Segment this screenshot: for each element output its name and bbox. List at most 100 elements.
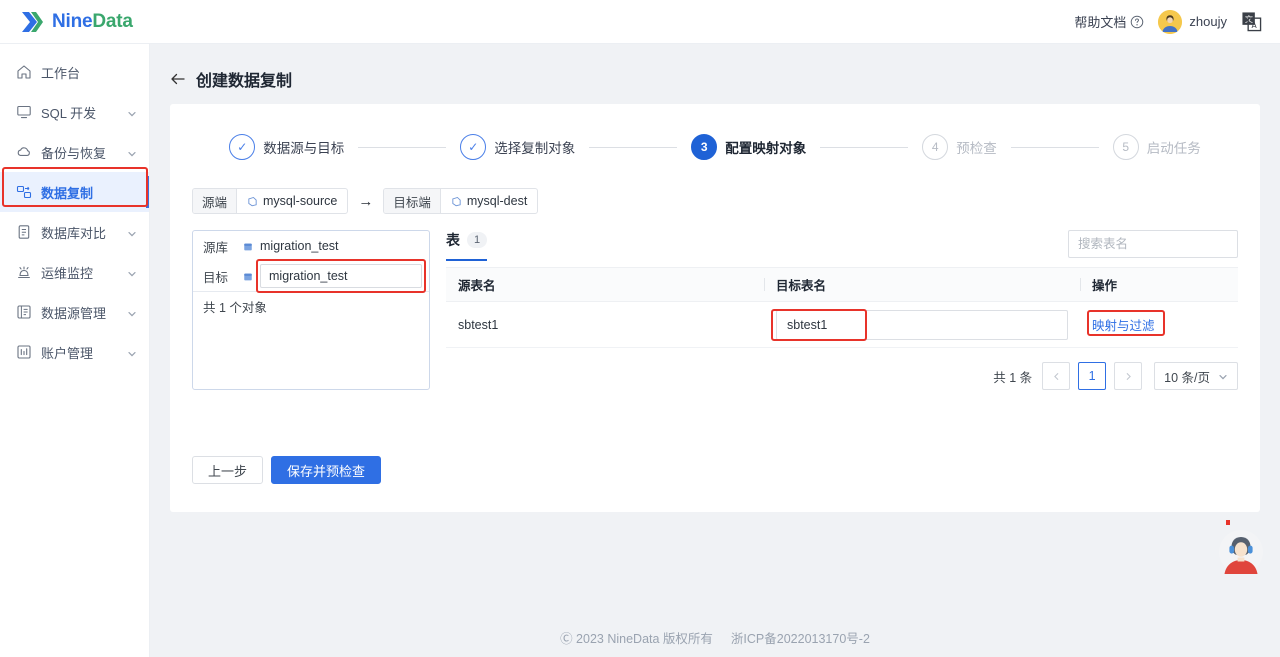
database-box-icon [243,241,254,252]
table-row: sbtest1 映射与过滤 [446,301,1238,348]
cloud-icon [16,144,32,160]
footer-icp: 浙ICP备2022013170号-2 [730,631,870,646]
tab-tables[interactable]: 表 1 [446,230,488,261]
step-connector [589,146,678,148]
table-panel-header: 表 1 [446,230,1238,261]
account-icon [16,344,32,360]
wizard-card: ✓ 数据源与目标 ✓ 选择复制对象 3 配置映射对象 4 预检查 5 启动任务 [170,104,1260,525]
target-db-value-wrap [243,259,426,293]
mapping-body: 源库 migration_test 目标 migration_test 共 1 … [170,214,1260,390]
sidebar-item-backup-restore[interactable]: 备份与恢复 [0,132,149,172]
datasource-icon [16,304,32,320]
user-menu[interactable]: zhoujy [1158,9,1227,34]
page-footer: Ⓒ 2023 NineData 版权所有 浙ICP备2022013170号-2 [150,617,1280,657]
sidebar-item-label: 备份与恢复 [41,145,107,161]
source-db-row: 源库 migration_test [193,231,429,261]
col-header-operation: 操作 [1080,267,1238,302]
pagination: 共 1 条 1 10 条/页 [446,362,1238,390]
chevron-down-icon [127,147,137,157]
step-connector [1010,146,1099,148]
sidebar-item-label: 数据复制 [41,185,94,201]
prev-step-button[interactable]: 上一步 [192,456,264,484]
target-endpoint-value-wrap: mysql-dest [441,189,537,213]
step-1-label: 数据源与目标 [263,141,345,156]
endpoint-bar: 源端 mysql-source → 目标端 mysql-dest [170,160,1260,214]
step-3-circle: 3 [691,134,718,160]
customer-service-avatar-icon[interactable] [1218,529,1264,575]
chevron-down-icon [127,267,137,277]
source-db-value-wrap: migration_test [243,239,339,253]
question-circle-icon [1130,15,1144,29]
source-endpoint-value: mysql-source [263,194,338,208]
step-5-circle: 5 [1112,134,1139,160]
page-size-select[interactable]: 10 条/页 [1154,362,1238,390]
sidebar-item-label: 数据源管理 [41,305,107,321]
ninedata-logo-icon [18,9,44,35]
step-2[interactable]: ✓ 选择复制对象 [460,134,575,160]
chevron-down-icon [127,307,137,317]
target-db-row: 目标 [193,259,429,293]
step-5: 5 启动任务 [1112,134,1201,160]
source-endpoint-key: 源端 [193,189,238,213]
top-bar-right: 帮助文档 zhoujy 文 A [1074,9,1280,34]
brand-logo-area[interactable]: NineData [0,9,133,35]
step-5-label: 启动任务 [1146,141,1201,156]
search-input[interactable] [1069,231,1237,257]
sidebar-item-sql-dev[interactable]: SQL 开发 [0,92,149,132]
step-3[interactable]: 3 配置映射对象 [691,134,806,160]
target-db-input[interactable] [260,264,422,288]
sidebar-item-label: 工作台 [41,65,81,81]
tab-tables-count: 1 [467,232,488,248]
sidebar-item-ops-monitor[interactable]: 运维监控 [0,252,149,292]
footer-copyright: Ⓒ 2023 NineData 版权所有 [560,631,713,646]
sidebar-item-db-compare[interactable]: 数据库对比 [0,212,149,252]
sidebar-item-label: 账户管理 [41,345,94,361]
step-2-circle: ✓ [460,134,487,160]
user-name: zhoujy [1189,14,1227,29]
target-db-input-wrap [256,259,426,293]
copy-data-icon [16,184,32,200]
target-table-input[interactable] [776,309,1068,340]
page-size-label: 10 条/页 [1164,370,1210,385]
compare-icon [16,224,32,240]
save-and-precheck-button[interactable]: 保存并预检查 [271,456,382,484]
cell-operation: 映射与过滤 [1080,301,1238,348]
sidebar-item-label: 运维监控 [41,265,94,281]
sidebar-item-datasource-mgmt[interactable]: 数据源管理 [0,292,149,332]
sidebar-item-account-mgmt[interactable]: 账户管理 [0,332,149,372]
source-endpoint[interactable]: 源端 mysql-source [192,188,349,214]
step-2-label: 选择复制对象 [494,141,576,156]
database-icon [247,196,258,207]
cell-target-table [764,301,1080,348]
language-switch-icon[interactable]: 文 A [1241,11,1262,32]
top-bar: NineData 帮助文档 zhoujy 文 A [0,0,1280,44]
step-connector [358,146,447,148]
database-box-icon [243,271,254,282]
pagination-prev-button[interactable] [1042,362,1071,390]
sidebar-item-data-replication[interactable]: 数据复制 [0,172,149,212]
help-doc-label: 帮助文档 [1074,15,1127,30]
map-and-filter-link[interactable]: 映射与过滤 [1092,319,1155,333]
step-4-circle: 4 [922,134,949,160]
svg-text:A: A [1252,21,1258,30]
sidebar-item-label: SQL 开发 [41,105,97,121]
tab-tables-label: 表 [446,232,460,248]
chevron-down-icon [127,107,137,117]
target-endpoint-key: 目标端 [384,189,441,213]
step-1-circle: ✓ [229,134,256,160]
pagination-next-button[interactable] [1114,362,1143,390]
page-header: 创建数据复制 [150,44,1280,96]
arrow-left-icon[interactable] [170,71,186,87]
col-header-source-table: 源表名 [446,267,764,302]
source-db-label: 源库 [203,240,229,255]
help-doc-link[interactable]: 帮助文档 [1074,12,1144,31]
col-header-target-table: 目标表名 [764,267,1080,302]
target-endpoint[interactable]: 目标端 mysql-dest [383,188,539,214]
step-1[interactable]: ✓ 数据源与目标 [229,134,344,160]
pagination-page-1[interactable]: 1 [1078,362,1107,390]
mapping-table: 源表名 目标表名 操作 sbtest1 sbtest1 映射与过滤 [446,267,1238,348]
table-search-box [1068,230,1238,258]
home-icon [16,64,32,80]
source-endpoint-value-wrap: mysql-source [237,189,347,213]
sidebar-item-workbench[interactable]: 工作台 [0,52,149,92]
